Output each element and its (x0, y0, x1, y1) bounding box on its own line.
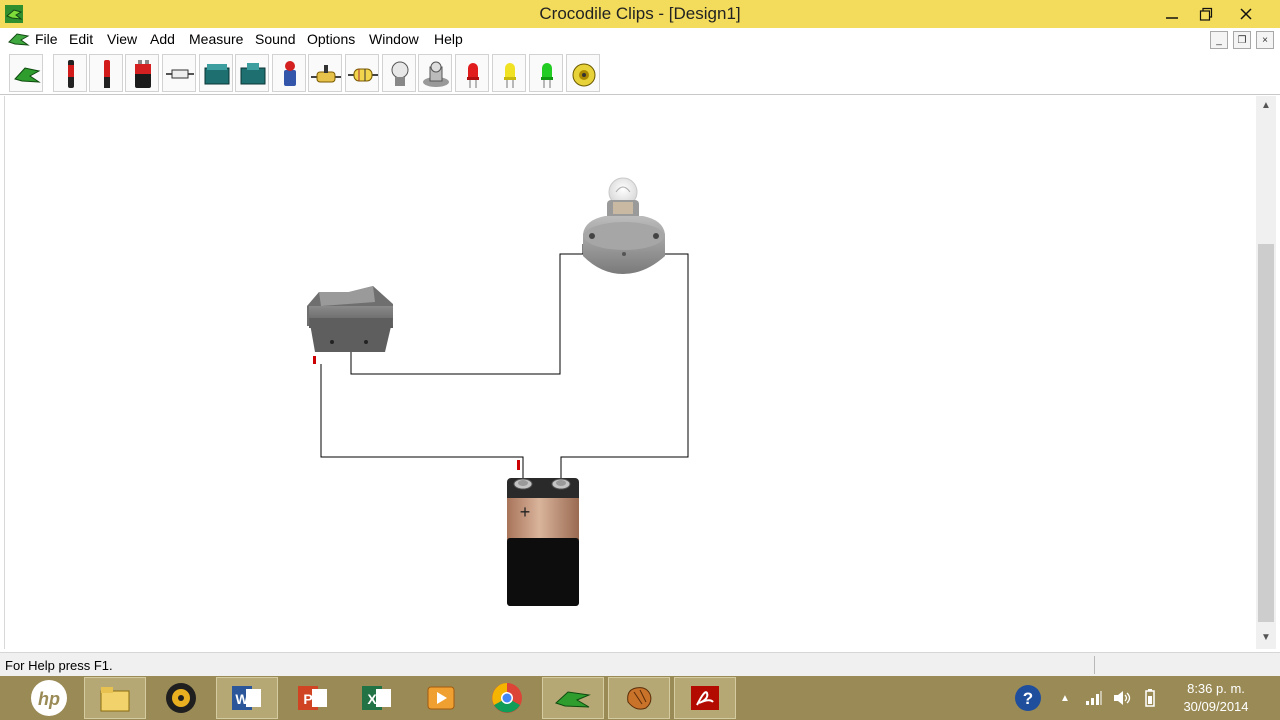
window-title: Crocodile Clips - [Design1] (539, 4, 741, 23)
word-icon[interactable]: W (216, 677, 278, 719)
game-icon[interactable] (608, 677, 670, 719)
status-pane (1094, 656, 1276, 674)
menu-help[interactable]: Help (434, 31, 463, 47)
push-switch-icon[interactable] (235, 54, 269, 92)
document-icon[interactable] (8, 30, 30, 48)
crocodile-icon[interactable] (9, 54, 43, 92)
resistor-icon[interactable] (308, 54, 342, 92)
red-probe-icon[interactable] (53, 54, 87, 92)
child-restore-button[interactable]: ❐ (1233, 31, 1251, 49)
menu-bar: File Edit View Add Measure Sound Options… (0, 28, 1280, 50)
svg-text:W: W (235, 691, 249, 707)
green-led-icon[interactable] (529, 54, 563, 92)
svg-text:X: X (367, 691, 377, 707)
menu-measure[interactable]: Measure (189, 31, 243, 47)
clock-date: 30/09/2014 (1183, 699, 1249, 714)
status-bar: For Help press F1. (0, 652, 1280, 676)
svg-text:?: ? (1023, 689, 1033, 708)
minimize-button[interactable] (1154, 0, 1190, 28)
wire-switch-to-battery[interactable] (320, 364, 524, 482)
light-bulb[interactable] (583, 177, 665, 274)
rocker-switch[interactable] (307, 286, 393, 364)
battery-tray-icon[interactable] (1138, 686, 1162, 710)
switch-icon[interactable] (199, 54, 233, 92)
acrobat-icon[interactable] (674, 677, 736, 719)
menu-file[interactable]: File (35, 31, 58, 47)
motor-icon[interactable] (272, 54, 306, 92)
variable-resistor-icon[interactable] (345, 54, 379, 92)
buzzer-icon[interactable] (418, 54, 452, 92)
chrome-icon[interactable] (476, 677, 538, 719)
speaker-icon[interactable] (566, 54, 600, 92)
red-led-icon[interactable] (455, 54, 489, 92)
menu-edit[interactable]: Edit (69, 31, 93, 47)
status-text: For Help press F1. (5, 658, 113, 673)
powerpoint-icon[interactable]: P (282, 677, 344, 719)
scroll-up-icon[interactable]: ▲ (1256, 98, 1276, 114)
restore-button[interactable] (1188, 0, 1224, 28)
file-explorer-icon[interactable] (84, 677, 146, 719)
taskbar-clock[interactable]: 8:36 p. m. 30/09/2014 (1170, 680, 1262, 716)
close-button[interactable] (1228, 0, 1264, 28)
switch-terminal[interactable] (313, 356, 316, 364)
video-player-icon[interactable] (410, 677, 472, 719)
crocodile-clips-taskbar-icon[interactable] (542, 677, 604, 719)
menu-sound[interactable]: Sound (255, 31, 295, 47)
scroll-down-icon[interactable]: ▼ (1256, 630, 1276, 646)
yellow-led-icon[interactable] (492, 54, 526, 92)
scroll-thumb[interactable] (1258, 244, 1274, 622)
network-icon[interactable] (1082, 686, 1106, 710)
component-toolbar (0, 51, 1280, 95)
menu-add[interactable]: Add (150, 31, 175, 47)
taskbar: hp W P X ? ▲ 8:36 p. m. 30/09/2014 (0, 676, 1280, 720)
menu-view[interactable]: View (107, 31, 137, 47)
svg-text:P: P (303, 691, 312, 707)
child-minimize-button[interactable]: _ (1210, 31, 1228, 49)
wire-bulb-to-battery[interactable] (560, 244, 689, 482)
menu-options[interactable]: Options (307, 31, 355, 47)
svg-text:hp: hp (38, 689, 60, 709)
black-probe-icon[interactable] (89, 54, 123, 92)
hp-logo-icon[interactable]: hp (18, 677, 80, 719)
volume-icon[interactable] (1110, 686, 1134, 710)
battery-plus-label: + (520, 502, 531, 522)
clock-time: 8:36 p. m. (1187, 681, 1245, 696)
menu-window[interactable]: Window (369, 31, 419, 47)
battery-terminal[interactable] (517, 460, 520, 470)
design-canvas[interactable]: + (4, 96, 1256, 649)
media-player-icon[interactable] (150, 677, 212, 719)
excel-icon[interactable]: X (346, 677, 408, 719)
title-bar: Crocodile Clips - [Design1] (0, 0, 1280, 28)
fuse-icon[interactable] (162, 54, 196, 92)
battery[interactable]: + (507, 460, 579, 606)
child-close-button[interactable]: × (1256, 31, 1274, 49)
help-tray-icon[interactable]: ? (1014, 684, 1042, 712)
vertical-scrollbar[interactable]: ▲ ▼ (1256, 96, 1276, 649)
show-hidden-icons-icon[interactable]: ▲ (1053, 686, 1077, 710)
bulb-icon[interactable] (382, 54, 416, 92)
battery-icon[interactable] (125, 54, 159, 92)
